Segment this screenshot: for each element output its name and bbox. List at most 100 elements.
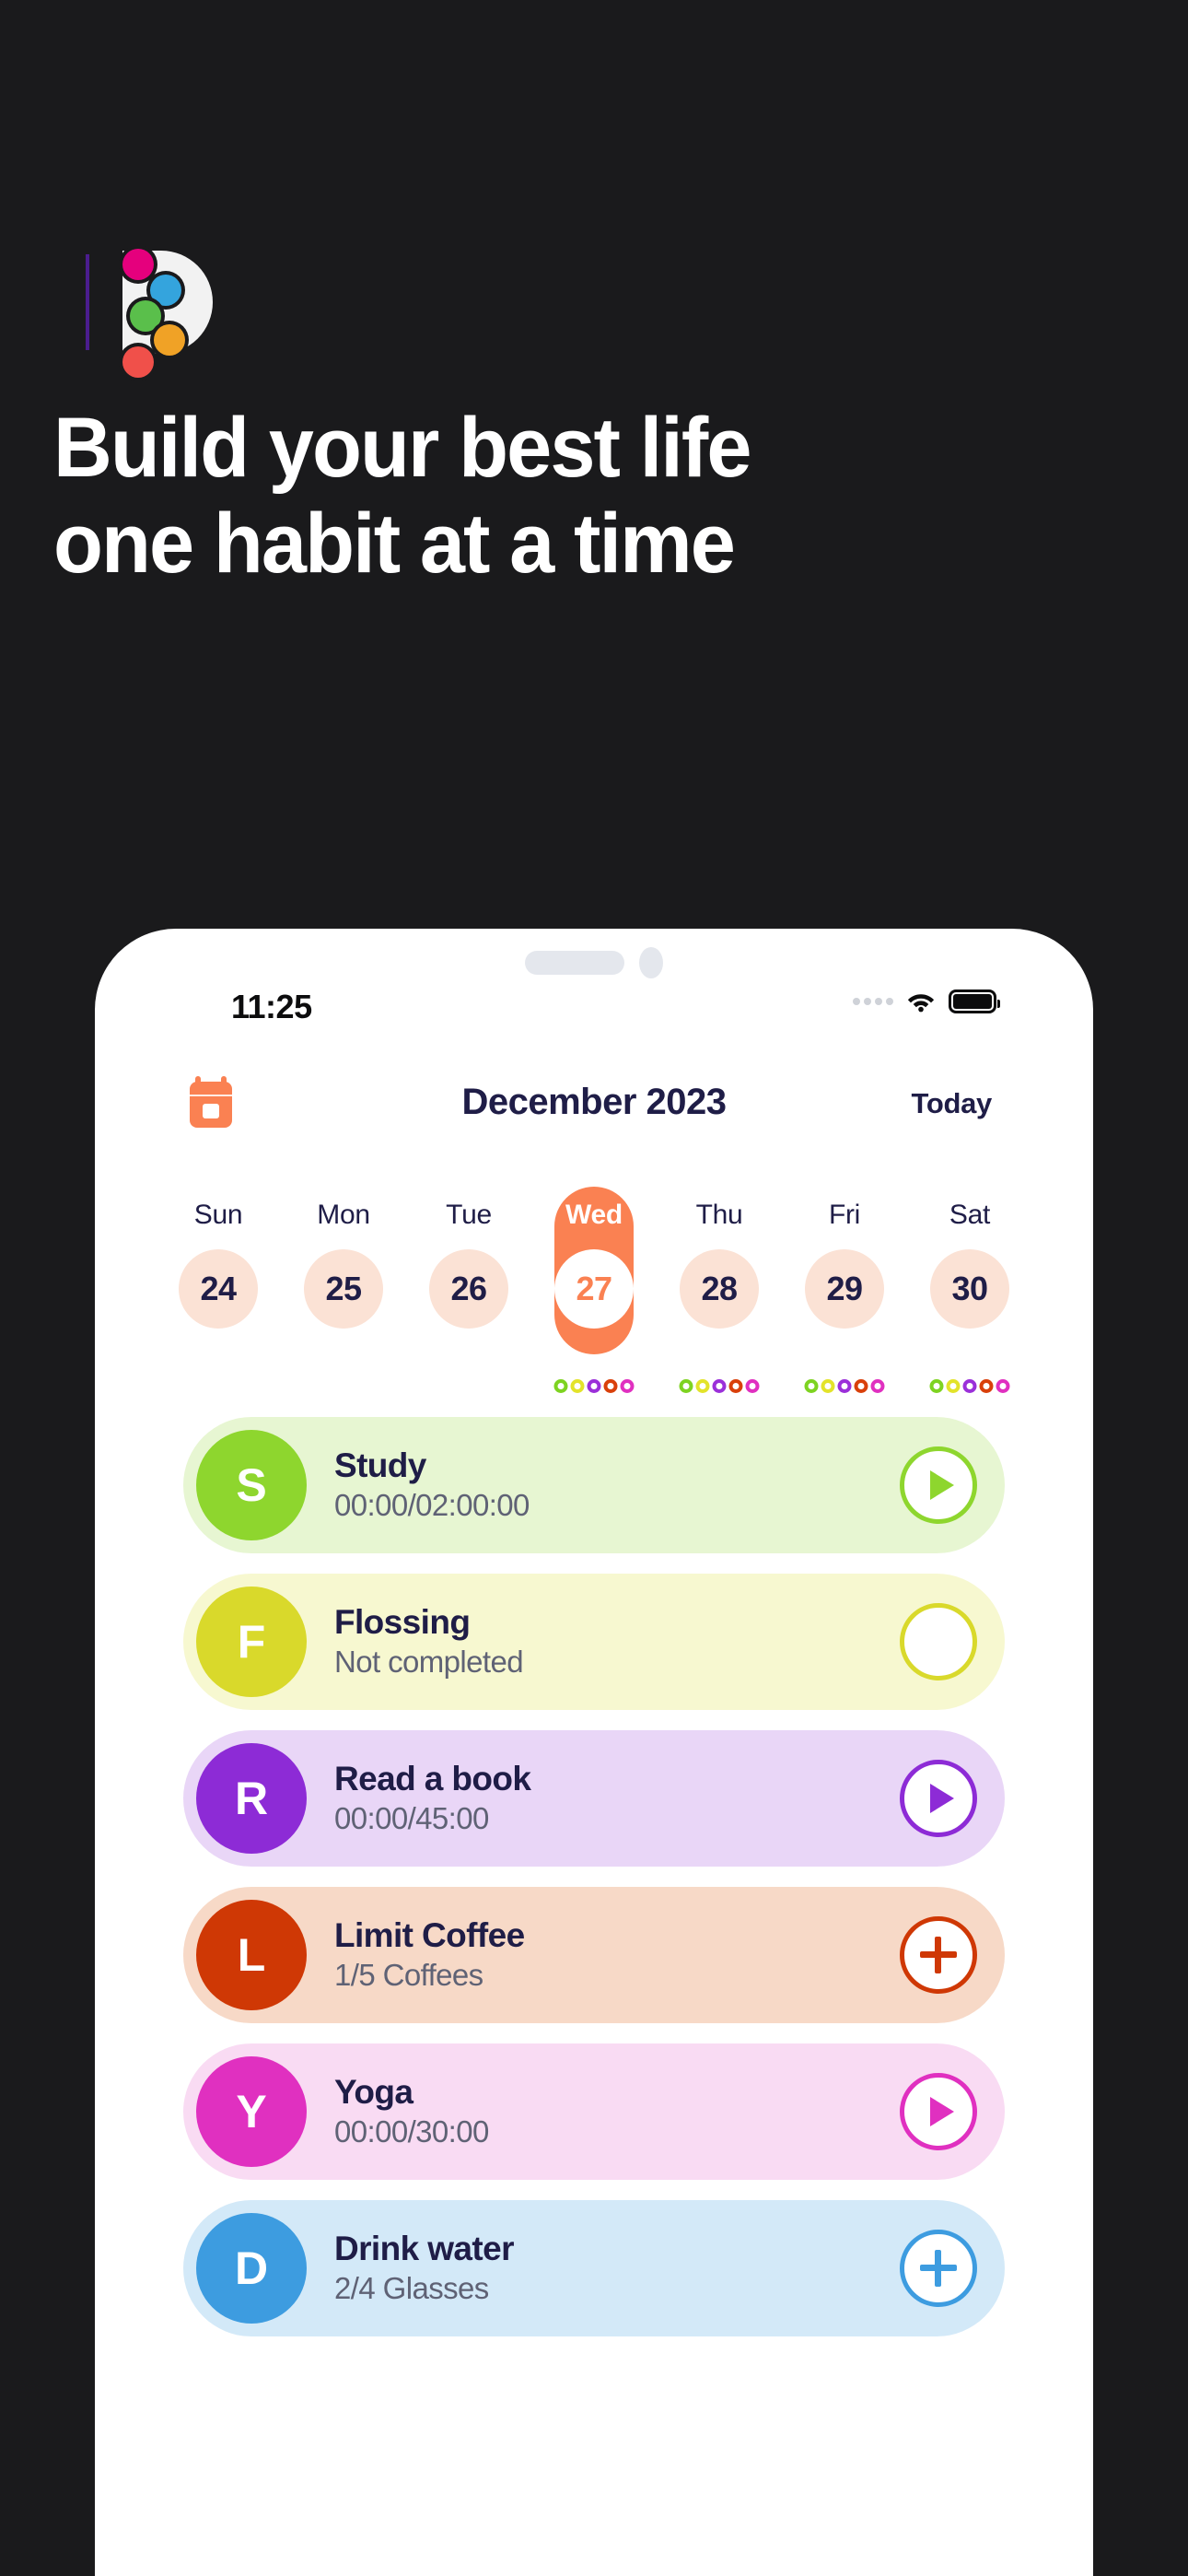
habit-dot-icon xyxy=(821,1379,835,1393)
habit-avatar: L xyxy=(196,1900,307,2010)
week-strip: Sun 24 Mon 25 Tue 26 Wed 27 Thu 28 Fri 29 Sat 30 xyxy=(159,1187,1029,1393)
habit-card[interactable]: Y Yoga 00:00/30:00 xyxy=(183,2043,1005,2180)
battery-fill xyxy=(953,994,992,1009)
habit-dot-icon xyxy=(553,1379,568,1393)
habit-progress-text: 00:00/02:00:00 xyxy=(334,1488,530,1523)
day-pill[interactable]: Sun 24 xyxy=(179,1187,258,1354)
day-pill[interactable]: Tue 26 xyxy=(429,1187,508,1354)
status-indicators xyxy=(853,989,1000,1013)
habit-dot-icon xyxy=(712,1379,727,1393)
habit-title: Read a book xyxy=(334,1759,531,1797)
day-name-label: Tue xyxy=(446,1200,492,1230)
habit-dot-icon xyxy=(587,1379,601,1393)
day-column-mon[interactable]: Mon 25 xyxy=(285,1187,402,1389)
dynamic-island-pill xyxy=(525,951,624,975)
habit-increment-button[interactable] xyxy=(900,2230,977,2307)
habit-dot-icon xyxy=(603,1379,618,1393)
day-column-thu[interactable]: Thu 28 xyxy=(660,1187,778,1393)
day-number: 26 xyxy=(429,1249,508,1329)
day-name-label: Thu xyxy=(695,1200,743,1230)
habit-dot-icon xyxy=(854,1379,868,1393)
habit-complete-toggle[interactable] xyxy=(900,1603,977,1680)
habit-dot-row xyxy=(804,1379,885,1393)
habit-dot-icon xyxy=(620,1379,635,1393)
habit-title: Drink water xyxy=(334,2229,515,2267)
day-pill-selected[interactable]: Wed 27 xyxy=(554,1187,634,1354)
day-name-label: Wed xyxy=(565,1200,623,1230)
habit-avatar: Y xyxy=(196,2056,307,2167)
habit-list: S Study 00:00/02:00:00 F Flossing Not complet… xyxy=(95,1417,1093,2336)
habit-card[interactable]: S Study 00:00/02:00:00 xyxy=(183,1417,1005,1553)
habit-dot-icon xyxy=(870,1379,885,1393)
habit-progress-text: Not completed xyxy=(334,1645,524,1680)
habit-dot-icon xyxy=(728,1379,743,1393)
day-number: 24 xyxy=(179,1249,258,1329)
day-number: 25 xyxy=(304,1249,383,1329)
habit-dot-icon xyxy=(962,1379,977,1393)
habit-dot-row xyxy=(553,1379,635,1393)
habit-avatar: R xyxy=(196,1743,307,1854)
front-camera-icon xyxy=(639,947,663,978)
calendar-header: December 2023 Today xyxy=(95,1067,1093,1141)
habit-dot-row xyxy=(679,1379,760,1393)
habit-title: Flossing xyxy=(334,1602,471,1641)
habit-text-block: Limit Coffee 1/5 Coffees xyxy=(334,1916,900,1995)
logo-dot-red-icon xyxy=(122,346,154,378)
habit-text-block: Flossing Not completed xyxy=(334,1603,900,1681)
today-button[interactable]: Today xyxy=(912,1087,993,1120)
status-time: 11:25 xyxy=(231,988,312,1025)
day-number: 28 xyxy=(680,1249,759,1329)
habit-dot-icon xyxy=(570,1379,585,1393)
headline-line-1: Build your best life xyxy=(53,401,751,495)
phone-mockup: 11:25 December 2023 Today Sun 24 Mon 25 … xyxy=(95,929,1093,2576)
day-pill[interactable]: Fri 29 xyxy=(805,1187,884,1354)
habit-dot-icon xyxy=(996,1379,1010,1393)
habit-dot-icon xyxy=(745,1379,760,1393)
habit-text-block: Study 00:00/02:00:00 xyxy=(334,1446,900,1525)
day-column-sat[interactable]: Sat 30 xyxy=(911,1187,1029,1393)
day-pill[interactable]: Mon 25 xyxy=(304,1187,383,1354)
habit-dot-icon xyxy=(679,1379,693,1393)
day-column-wed[interactable]: Wed 27 xyxy=(535,1187,653,1393)
habit-dot-icon xyxy=(837,1379,852,1393)
day-name-label: Mon xyxy=(317,1200,370,1230)
habit-play-button[interactable] xyxy=(900,2073,977,2150)
logo-dot-blue-icon xyxy=(150,275,181,306)
habit-dot-row xyxy=(929,1379,1010,1393)
habit-dot-icon xyxy=(946,1379,961,1393)
day-column-tue[interactable]: Tue 26 xyxy=(410,1187,528,1389)
wifi-icon xyxy=(907,994,935,1013)
habit-dot-icon xyxy=(695,1379,710,1393)
battery-icon xyxy=(949,989,1000,1013)
day-column-sun[interactable]: Sun 24 xyxy=(159,1187,277,1389)
logo-dot-pink-icon xyxy=(122,249,154,280)
habit-card[interactable]: F Flossing Not completed xyxy=(183,1574,1005,1710)
habit-title: Study xyxy=(334,1446,426,1484)
marketing-headline: Build your best life one habit at a time xyxy=(53,405,1097,597)
day-name-label: Fri xyxy=(828,1200,861,1230)
habit-dot-icon xyxy=(804,1379,819,1393)
habit-card[interactable]: R Read a book 00:00/45:00 xyxy=(183,1730,1005,1867)
habit-play-button[interactable] xyxy=(900,1446,977,1524)
logo-dot-green-icon xyxy=(130,300,161,332)
day-column-fri[interactable]: Fri 29 xyxy=(786,1187,903,1393)
habit-text-block: Drink water 2/4 Glasses xyxy=(334,2230,900,2308)
habit-progress-text: 00:00/45:00 xyxy=(334,1801,489,1836)
habit-dot-icon xyxy=(979,1379,994,1393)
cellular-dots-icon xyxy=(853,998,893,1005)
habit-card[interactable]: L Limit Coffee 1/5 Coffees xyxy=(183,1887,1005,2023)
logo-dot-orange-icon xyxy=(154,324,185,356)
habit-text-block: Read a book 00:00/45:00 xyxy=(334,1760,900,1838)
play-icon xyxy=(929,2097,954,2126)
day-pill[interactable]: Thu 28 xyxy=(680,1187,759,1354)
day-name-label: Sun xyxy=(193,1200,243,1230)
habit-avatar: S xyxy=(196,1430,307,1540)
habit-text-block: Yoga 00:00/30:00 xyxy=(334,2073,900,2151)
play-icon xyxy=(929,1470,954,1500)
habit-play-button[interactable] xyxy=(900,1760,977,1837)
habit-progress-text: 00:00/30:00 xyxy=(334,2114,489,2149)
headline-line-2: one habit at a time xyxy=(53,497,736,591)
day-pill[interactable]: Sat 30 xyxy=(930,1187,1009,1354)
habit-card[interactable]: D Drink water 2/4 Glasses xyxy=(183,2200,1005,2336)
habit-increment-button[interactable] xyxy=(900,1916,977,1994)
